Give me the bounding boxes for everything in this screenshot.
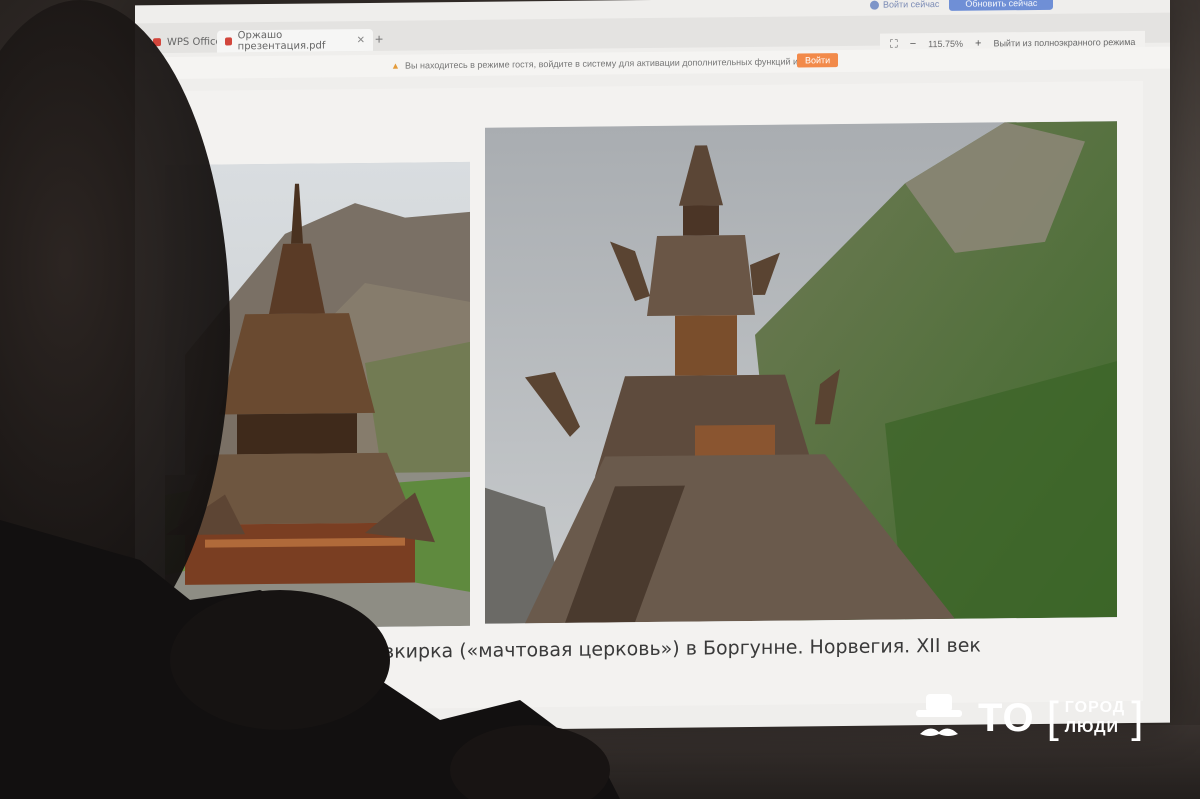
brand-brackets: [ ГОРОД ЛЮДИ ] (1047, 693, 1144, 743)
left-bracket: [ (1046, 693, 1059, 742)
update-button[interactable]: Обновить сейчас (949, 0, 1054, 11)
brand-words: ГОРОД ЛЮДИ (1059, 698, 1131, 738)
brand-line-1: ГОРОД (1064, 699, 1126, 716)
brand-short: ТО (978, 695, 1035, 740)
user-icon (870, 0, 879, 10)
right-bracket: ] (1131, 693, 1144, 742)
login-label: Войти сейчас (883, 0, 940, 10)
audience-silhouette (0, 0, 620, 799)
watermark-logo: ТО [ ГОРОД ЛЮДИ ] (912, 690, 1143, 746)
zoom-level: 115.75% (928, 38, 964, 50)
brand-line-2: ЛЮДИ (1064, 719, 1120, 736)
login-link[interactable]: Войти сейчас (870, 0, 939, 10)
signin-button[interactable]: Войти (797, 53, 839, 68)
gentleman-logo-icon (916, 694, 962, 736)
account-area: Войти сейчас Обновить сейчас (870, 0, 1054, 12)
